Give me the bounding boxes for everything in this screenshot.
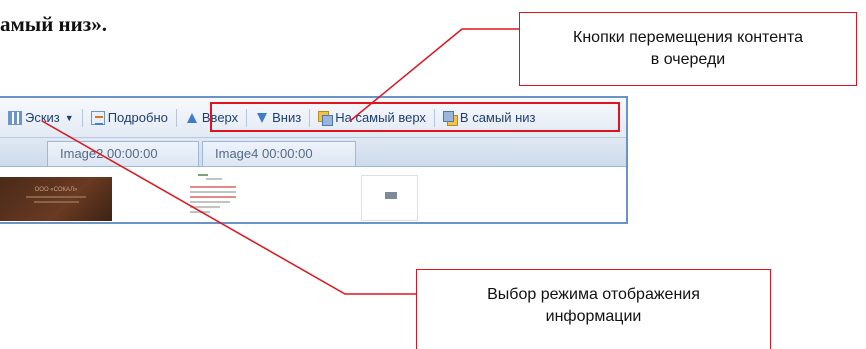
- view-sketch-dropdown[interactable]: Эскиз ▼: [4, 107, 78, 129]
- down-label: Вниз: [272, 110, 302, 125]
- thumbnail-caption: ООО «СОКАЛ»: [34, 187, 78, 193]
- move-up-button[interactable]: Вверх: [181, 107, 242, 129]
- tab-image2[interactable]: Image2 00:00:00: [47, 141, 199, 166]
- arrow-down-icon: [255, 111, 269, 125]
- to-top-label: На самый верх: [335, 110, 426, 125]
- arrow-up-icon: [185, 111, 199, 125]
- thumbnail-area: ООО «СОКАЛ»: [0, 167, 626, 222]
- move-to-top-button[interactable]: На самый верх: [314, 107, 430, 129]
- move-to-bottom-button[interactable]: В самый низ: [439, 107, 540, 129]
- callout-line: Выбор режима отображения: [487, 286, 700, 303]
- callout-line: информации: [545, 308, 642, 325]
- bring-to-top-icon: [318, 110, 334, 126]
- toolbar-separator: [175, 108, 177, 127]
- tab-image4[interactable]: Image4 00:00:00: [202, 141, 356, 166]
- details-label: Подробно: [107, 110, 168, 125]
- callout-move-buttons: Кнопки перемещения контента в очереди: [519, 12, 857, 86]
- callout-line: Кнопки перемещения контента: [573, 29, 803, 46]
- toolbar-separator: [433, 108, 435, 127]
- to-bottom-label: В самый низ: [459, 110, 536, 125]
- toolbar-separator: [246, 108, 248, 127]
- move-down-button[interactable]: Вниз: [251, 107, 305, 129]
- thumbnail-slide[interactable]: [361, 175, 418, 221]
- chevron-down-icon: ▼: [64, 112, 74, 123]
- tab-bar: Image2 00:00:00 Image4 00:00:00: [0, 138, 626, 167]
- toolbar-separator: [309, 108, 311, 127]
- send-to-bottom-icon: [442, 110, 458, 126]
- grid-icon: [8, 110, 22, 125]
- thumbnail-image[interactable]: ООО «СОКАЛ»: [0, 177, 112, 221]
- callout-line: в очереди: [650, 51, 726, 68]
- app-window: Эскиз ▼ Подробно Вверх Вниз На самый вер…: [0, 96, 628, 224]
- toolbar-separator: [81, 108, 83, 127]
- up-label: Вверх: [201, 110, 239, 125]
- thumbnail-document[interactable]: [184, 172, 246, 222]
- sketch-label: Эскиз: [25, 110, 60, 125]
- list-icon: [90, 110, 105, 125]
- view-details-button[interactable]: Подробно: [87, 107, 172, 129]
- callout-view-mode: Выбор режима отображения информации: [416, 269, 771, 349]
- toolbar: Эскиз ▼ Подробно Вверх Вниз На самый вер…: [0, 98, 626, 138]
- heading-text: амый низ».: [0, 12, 107, 36]
